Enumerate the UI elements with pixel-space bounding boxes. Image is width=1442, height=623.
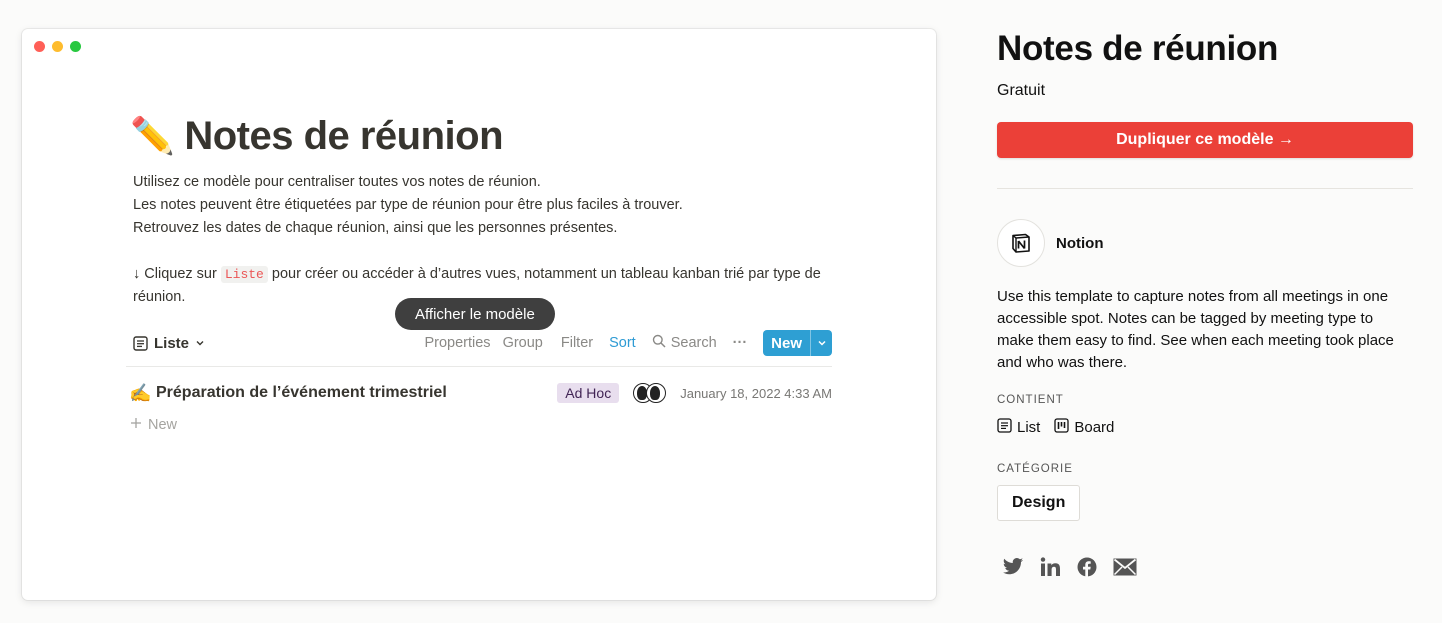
template-title: Notes de réunion (997, 29, 1279, 68)
divider (126, 366, 832, 367)
list-item[interactable]: ✍️ Préparation de l’événement trimestrie… (126, 378, 832, 408)
template-info-panel: Notes de réunion Gratuit Dupliquer ce mo… (997, 28, 1413, 582)
linkedin-icon[interactable] (1040, 557, 1061, 582)
list-view-icon (133, 335, 148, 351)
description-line: Les notes peuvent être étiquetées par ty… (133, 197, 683, 213)
sort-button[interactable]: Sort (603, 335, 642, 351)
category-chip-design[interactable]: Design (997, 485, 1081, 521)
divider (997, 188, 1413, 189)
contains-label: Board (1074, 419, 1115, 436)
template-description: Use this template to capture notes from … (997, 288, 1394, 371)
page-title: ✏️ Notes de réunion (130, 111, 830, 161)
search-button[interactable]: Search (646, 334, 723, 352)
plus-icon (130, 417, 142, 433)
new-button[interactable]: New (763, 330, 832, 356)
page-title-text: Notes de réunion (184, 113, 504, 158)
database-toolbar: Liste Properties Group Filter Sort Searc… (130, 327, 832, 359)
avatar (646, 383, 667, 403)
new-button-label: New (771, 334, 802, 352)
filter-button[interactable]: Filter (555, 335, 599, 351)
contains-label: List (1017, 419, 1041, 436)
facebook-icon[interactable] (1077, 557, 1097, 582)
add-new-label: New (148, 417, 178, 433)
description-line: Utilisez ce modèle pour centraliser tout… (133, 174, 541, 190)
page-description: Utilisez ce modèle pour centraliser tout… (130, 171, 830, 309)
hint-prefix: ↓ Cliquez sur (133, 266, 221, 282)
contains-list: List Board (997, 418, 1413, 437)
hint-line: ↓ Cliquez sur Liste pour créer ou accéde… (133, 263, 830, 286)
list-view-icon (997, 418, 1012, 437)
contains-heading: CONTIENT (997, 394, 1064, 406)
view-label: Liste (154, 334, 190, 352)
author-block[interactable]: Notion (997, 219, 1413, 267)
toolbar-actions: Properties Group Filter Sort Search ··· … (418, 330, 832, 356)
window-controls (34, 41, 81, 52)
author-name[interactable]: Notion (1056, 235, 1103, 252)
maximize-window-dot (70, 41, 81, 52)
meeting-type-tag: Ad Hoc (557, 383, 620, 403)
group-button[interactable]: Group (497, 335, 549, 351)
properties-button[interactable]: Properties (418, 335, 496, 351)
board-view-icon (1054, 418, 1069, 437)
description-line: Retrouvez les dates de chaque réunion, a… (133, 220, 618, 236)
document: ✏️ Notes de réunion Utilisez ce modèle p… (130, 111, 830, 309)
search-label: Search (670, 335, 717, 351)
attendees-avatars (633, 383, 667, 403)
pencil-emoji-icon: ✏️ (130, 115, 175, 156)
writing-hand-emoji-icon: ✍️ (129, 382, 152, 403)
contains-item-board: Board (1054, 418, 1114, 437)
contains-item-list: List (997, 418, 1040, 437)
minimize-window-dot (52, 41, 63, 52)
notion-logo-icon (997, 219, 1045, 267)
share-links (997, 557, 1413, 582)
add-new-row-button[interactable]: New (130, 417, 177, 433)
more-options-icon[interactable]: ··· (727, 335, 754, 351)
hint-suffix: pour créer ou accéder à d’autres vues, n… (267, 266, 821, 282)
inline-code-liste: Liste (220, 266, 268, 283)
category-heading: CATÉGORIE (997, 463, 1073, 475)
chevron-down-icon[interactable] (810, 330, 832, 356)
template-preview-window: ✏️ Notes de réunion Utilisez ce modèle p… (22, 29, 936, 600)
chevron-down-icon (195, 338, 205, 348)
price-label: Gratuit (997, 82, 1046, 99)
view-template-tooltip[interactable]: Afficher le modèle (395, 298, 555, 330)
close-window-dot (34, 41, 45, 52)
mail-icon[interactable] (1113, 558, 1137, 581)
list-item-title: Préparation de l’événement trimestriel (156, 384, 447, 401)
twitter-icon[interactable] (1002, 557, 1024, 582)
view-switcher-button[interactable]: Liste (130, 335, 205, 352)
duplicate-template-button[interactable]: Dupliquer ce modèle → (997, 122, 1413, 158)
search-icon (652, 334, 666, 352)
created-date: January 18, 2022 4:33 AM (680, 385, 832, 401)
